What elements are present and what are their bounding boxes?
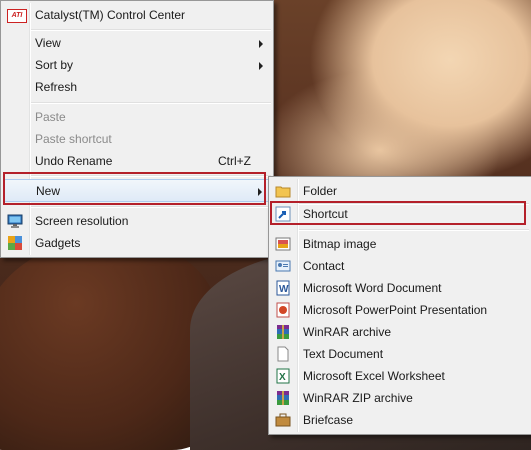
submenu-item-label: Microsoft PowerPoint Presentation	[303, 303, 488, 317]
menu-item-undo-rename[interactable]: Undo Rename Ctrl+Z	[3, 150, 271, 172]
ati-catalyst-icon: ATI	[7, 9, 27, 23]
menu-separator	[31, 102, 271, 104]
powerpoint-icon	[275, 302, 291, 318]
menu-item-label: Screen resolution	[35, 214, 129, 228]
submenu-item-excel[interactable]: X Microsoft Excel Worksheet	[271, 365, 529, 387]
desktop-photo-hair	[0, 240, 220, 450]
menu-item-new[interactable]: New	[3, 179, 271, 202]
keyboard-shortcut: Ctrl+Z	[218, 154, 251, 168]
submenu-item-label: Microsoft Excel Worksheet	[303, 369, 445, 383]
menu-item-screen-resolution[interactable]: Screen resolution	[3, 210, 271, 232]
desktop-context-menu: ATI Catalyst(TM) Control Center View Sor…	[0, 0, 274, 258]
menu-separator	[31, 175, 271, 177]
text-document-icon	[275, 346, 291, 362]
menu-item-paste-shortcut[interactable]: Paste shortcut	[3, 128, 271, 150]
submenu-item-label: Folder	[303, 184, 338, 198]
monitor-icon	[7, 213, 23, 229]
submenu-item-winrar-zip[interactable]: WinRAR ZIP archive	[271, 387, 529, 409]
winrar-icon	[275, 324, 291, 340]
submenu-item-folder[interactable]: Folder	[271, 180, 529, 202]
submenu-item-label: WinRAR archive	[303, 325, 392, 339]
new-submenu: Folder Shortcut Bitmap image Contact W M…	[268, 176, 531, 435]
submenu-item-label: WinRAR ZIP archive	[303, 391, 413, 405]
menu-item-refresh[interactable]: Refresh	[3, 76, 271, 98]
submenu-item-label: Shortcut	[303, 207, 348, 221]
submenu-item-briefcase[interactable]: Briefcase	[271, 409, 529, 431]
submenu-item-label: Contact	[303, 259, 345, 273]
menu-item-label: Catalyst(TM) Control Center	[35, 8, 186, 22]
submenu-item-label: Text Document	[303, 347, 384, 361]
shortcut-icon	[275, 206, 291, 222]
menu-item-label: Refresh	[35, 80, 78, 94]
menu-item-sort-by[interactable]: Sort by	[3, 54, 271, 76]
briefcase-icon	[275, 412, 291, 428]
submenu-item-winrar[interactable]: WinRAR archive	[271, 321, 529, 343]
contact-icon	[275, 258, 291, 274]
menu-item-label: Paste	[35, 110, 66, 124]
svg-text:W: W	[279, 284, 289, 295]
menu-item-label: New	[36, 184, 61, 198]
submenu-arrow-icon	[259, 40, 263, 48]
menu-separator	[31, 206, 271, 208]
submenu-item-powerpoint[interactable]: Microsoft PowerPoint Presentation	[271, 299, 529, 321]
submenu-arrow-icon	[258, 188, 262, 196]
menu-item-gadgets[interactable]: Gadgets	[3, 232, 271, 254]
bitmap-icon	[275, 236, 291, 252]
submenu-item-label: Bitmap image	[303, 237, 377, 251]
submenu-item-contact[interactable]: Contact	[271, 255, 529, 277]
menu-separator	[31, 29, 271, 31]
menu-item-label: Paste shortcut	[35, 132, 112, 146]
svg-text:X: X	[279, 372, 286, 383]
menu-item-label: View	[35, 36, 61, 50]
menu-item-label: Sort by	[35, 58, 74, 72]
submenu-arrow-icon	[259, 62, 263, 70]
submenu-item-bitmap[interactable]: Bitmap image	[271, 233, 529, 255]
submenu-item-word[interactable]: W Microsoft Word Document	[271, 277, 529, 299]
menu-item-view[interactable]: View	[3, 32, 271, 54]
folder-icon	[275, 183, 291, 199]
menu-item-label: Gadgets	[35, 236, 81, 250]
menu-separator	[299, 229, 529, 231]
submenu-item-shortcut[interactable]: Shortcut	[271, 203, 529, 225]
submenu-item-label: Microsoft Word Document	[303, 281, 442, 295]
submenu-item-text-document[interactable]: Text Document	[271, 343, 529, 365]
menu-item-label: Undo Rename	[35, 154, 113, 168]
winrar-zip-icon	[275, 390, 291, 406]
gadgets-icon	[7, 235, 23, 251]
excel-icon: X	[275, 368, 291, 384]
word-icon: W	[275, 280, 291, 296]
menu-item-catalyst[interactable]: ATI Catalyst(TM) Control Center	[3, 4, 271, 26]
submenu-item-label: Briefcase	[303, 413, 354, 427]
menu-item-paste[interactable]: Paste	[3, 106, 271, 128]
